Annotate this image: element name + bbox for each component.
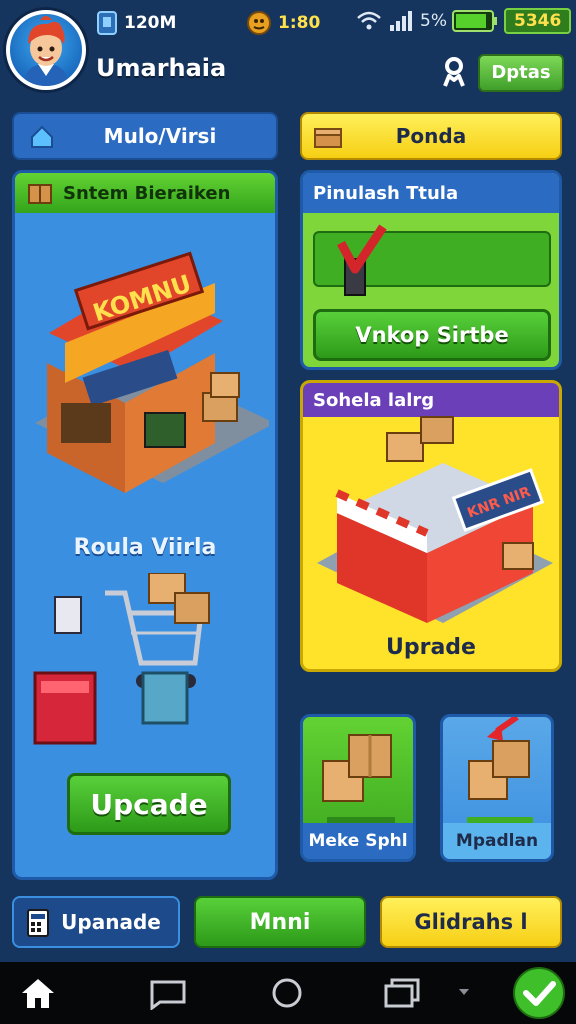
- box-icon: [314, 128, 342, 148]
- bottom-upgrade-button[interactable]: Upanade: [12, 896, 180, 948]
- cart-and-boxes-illustration: [33, 573, 210, 745]
- home-icon[interactable]: [20, 976, 56, 1010]
- home-shield-icon: [31, 125, 53, 148]
- tab-left[interactable]: Mulo/Virsi: [12, 112, 278, 160]
- small-card-label: Meke Sphl: [308, 831, 408, 851]
- challenge-button[interactable]: Glidrahs l: [380, 896, 562, 948]
- menu-button[interactable]: Mnni: [194, 896, 366, 948]
- timer-value: 1:80: [278, 13, 321, 33]
- left-panel: Sntem Bieraiken KOMNU Roula Viirla Upcad…: [12, 170, 278, 880]
- options-button[interactable]: Dptas: [478, 54, 564, 92]
- signal-percent: 5%: [420, 11, 447, 31]
- signal-bars-icon: [390, 11, 412, 31]
- delivery-box-icon: [468, 717, 530, 800]
- tab-left-label: Mulo/Virsi: [103, 124, 217, 148]
- timer-stat: 1:80: [246, 10, 320, 36]
- right-top-header: Pinulash Ttula: [303, 173, 559, 213]
- right-top-action-button[interactable]: Vnkop Sirtbe: [313, 309, 551, 361]
- coins-value: 120M: [124, 13, 177, 33]
- confirm-check-icon[interactable]: [512, 966, 566, 1020]
- back-icon[interactable]: [148, 976, 188, 1010]
- circle-home-icon[interactable]: [270, 976, 304, 1010]
- phone-icon: [97, 11, 117, 35]
- avatar-face-icon: [24, 16, 68, 86]
- clock-icon: [247, 11, 271, 35]
- left-panel-title: Sntem Bieraiken: [63, 182, 231, 204]
- signal-stat: 5%: [356, 10, 447, 32]
- small-card-delivery[interactable]: Mpadlan: [440, 714, 554, 862]
- battery-stat: 5346: [452, 8, 572, 34]
- battery-icon: [452, 10, 497, 32]
- calculator-icon: [27, 909, 49, 937]
- wifi-icon: [357, 11, 381, 30]
- player-avatar[interactable]: [6, 10, 86, 90]
- shop-stall-illustration: KOMNU: [35, 251, 269, 493]
- player-name: Umarhaia: [96, 54, 227, 82]
- coins-stat: 120M: [96, 10, 176, 36]
- left-panel-header: Sntem Bieraiken: [15, 173, 275, 213]
- bottom-upgrade-label: Upanade: [61, 910, 161, 934]
- recent-apps-icon[interactable]: [382, 976, 422, 1010]
- small-card-boxes[interactable]: Meke Sphl: [300, 714, 416, 862]
- stacked-boxes-icon: [322, 734, 392, 802]
- right-top-title: Pinulash Ttula: [313, 182, 459, 204]
- tab-right-label: Ponda: [395, 124, 467, 148]
- battery-value: 5346: [504, 8, 572, 34]
- right-mid-header: Sohela lalrg: [303, 383, 559, 417]
- tab-right[interactable]: Ponda: [300, 112, 562, 160]
- small-card-footer: Mpadlan: [443, 823, 551, 859]
- checkmark-icon: [337, 224, 387, 296]
- user-profile-icon[interactable]: [440, 56, 468, 88]
- left-panel-subheading: Roula Viirla: [73, 535, 217, 560]
- store-building-illustration: KNR NIR: [317, 416, 553, 623]
- right-mid-title: Sohela lalrg: [313, 389, 435, 411]
- status-bar: 120M 1:80 5% 5346: [0, 0, 576, 44]
- crate-icon: [28, 184, 52, 204]
- left-upgrade-button[interactable]: Upcade: [67, 773, 231, 835]
- system-nav-bar: [0, 962, 576, 1024]
- small-card-footer: Meke Sphl: [303, 823, 413, 859]
- chevron-down-icon[interactable]: [458, 988, 470, 996]
- right-mid-panel: Sohela lalrg KNR NIR Uprade: [300, 380, 562, 672]
- right-mid-upgrade-label[interactable]: Uprade: [303, 635, 559, 660]
- small-card-label: Mpadlan: [455, 831, 539, 851]
- right-top-panel: Pinulash Ttula Vnkop Sirtbe: [300, 170, 562, 370]
